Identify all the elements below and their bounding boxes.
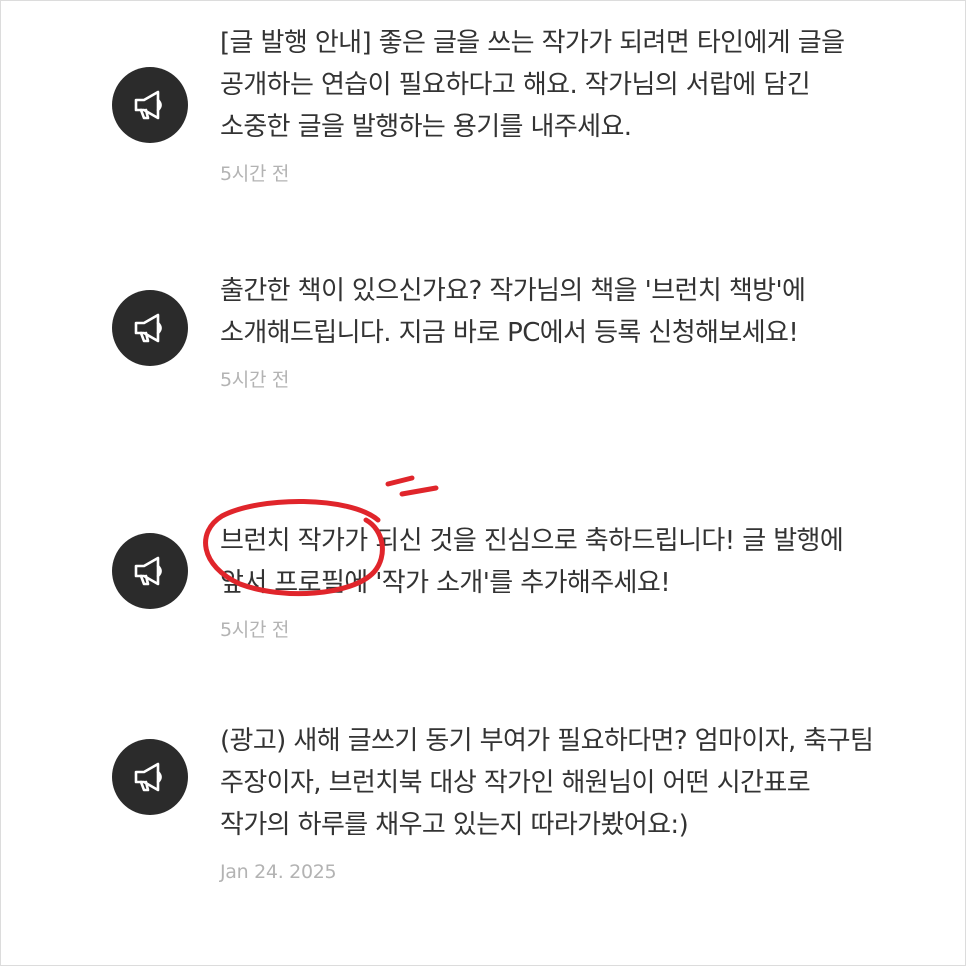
notice-time: 5시간 전: [220, 163, 290, 185]
notice-time: 5시간 전: [220, 619, 290, 641]
megaphone-icon: [134, 90, 162, 120]
notice-content: (광고) 새해 글쓰기 동기 부여가 필요하다면? 엄마이자, 축구팀 주장이자…: [220, 720, 880, 884]
notice-message: (광고) 새해 글쓰기 동기 부여가 필요하다면? 엄마이자, 축구팀 주장이자…: [220, 726, 874, 840]
notice-avatar: [112, 533, 188, 609]
megaphone-icon: [134, 313, 162, 343]
megaphone-icon: [134, 556, 162, 586]
notice-time: Jan 24. 2025: [220, 861, 337, 883]
notice-content: [글 발행 안내] 좋은 글을 쓰는 작가가 되려면 타인에게 글을 공개하는 …: [220, 22, 880, 186]
notice-message: [글 발행 안내] 좋은 글을 쓰는 작가가 되려면 타인에게 글을 공개하는 …: [220, 28, 845, 142]
notice-time: 5시간 전: [220, 369, 290, 391]
notice-message: 브런치 작가가 되신 것을 진심으로 축하드립니다! 글 발행에 앞서 프로필에…: [220, 526, 844, 598]
megaphone-icon: [134, 762, 162, 792]
notice-content: 출간한 책이 있으신가요? 작가님의 책을 '브런치 책방'에 소개해드립니다.…: [220, 270, 880, 392]
notice-avatar: [112, 67, 188, 143]
notice-message: 출간한 책이 있으신가요? 작가님의 책을 '브런치 책방'에 소개해드립니다.…: [220, 276, 806, 348]
notice-content: 브런치 작가가 되신 것을 진심으로 축하드립니다! 글 발행에 앞서 프로필에…: [220, 520, 880, 642]
notice-avatar: [112, 290, 188, 366]
notice-avatar: [112, 739, 188, 815]
